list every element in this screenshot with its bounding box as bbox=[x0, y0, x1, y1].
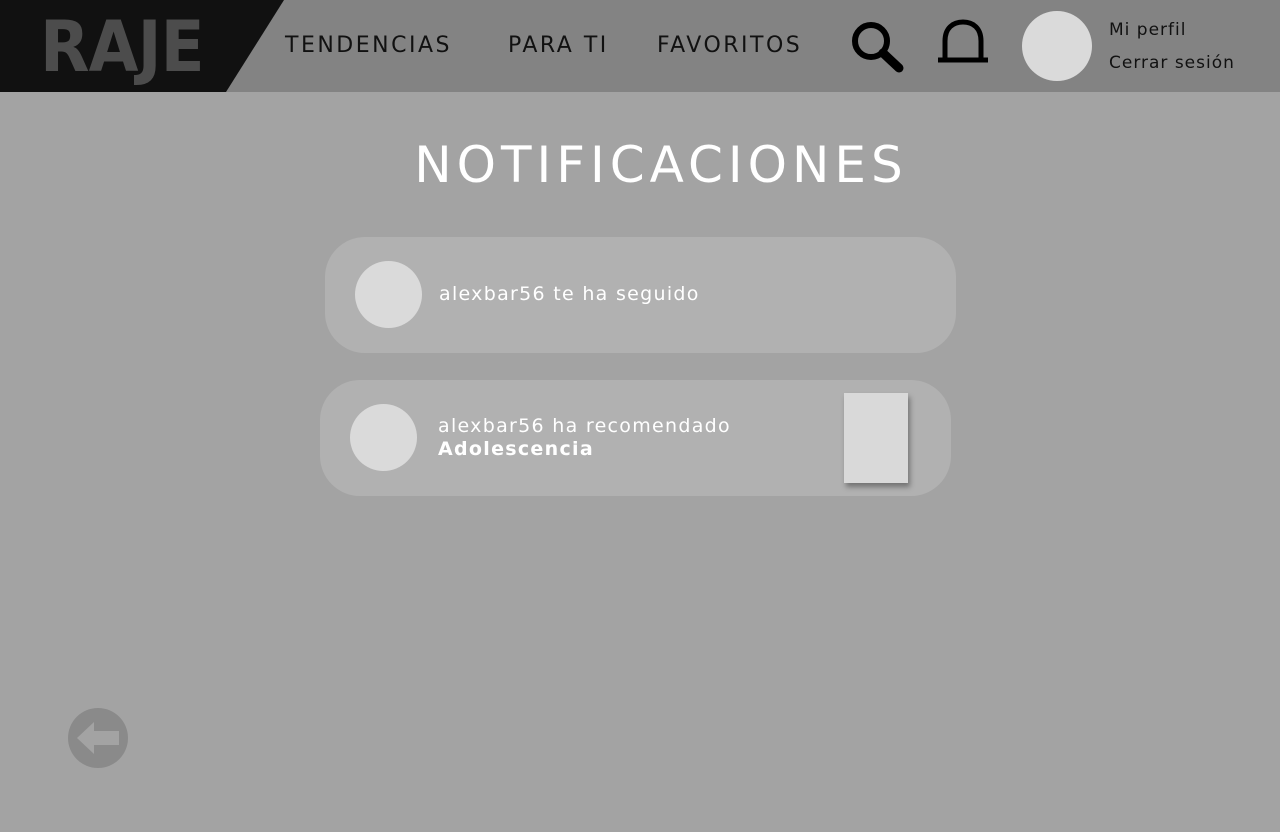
arrow-left-circle-icon bbox=[68, 708, 128, 768]
recommended-title[interactable]: Adolescencia bbox=[438, 437, 594, 461]
nav-favoritos[interactable]: FAVORITOS bbox=[657, 30, 802, 62]
back-button[interactable] bbox=[67, 707, 129, 769]
page-title: NOTIFICACIONES bbox=[414, 136, 908, 194]
bell-icon bbox=[938, 19, 988, 63]
notifications-button[interactable] bbox=[935, 19, 991, 65]
raje-logo[interactable]: RAJE bbox=[40, 8, 205, 86]
header-avatar[interactable] bbox=[1022, 11, 1092, 81]
my-profile-link[interactable]: Mi perfil bbox=[1109, 19, 1186, 41]
notification-card[interactable]: alexbar56 te ha seguido bbox=[325, 237, 956, 353]
top-navbar: RAJE TENDENCIAS PARA TI FAVORITOS Mi per… bbox=[0, 0, 1280, 92]
search-icon bbox=[852, 22, 904, 73]
search-button[interactable] bbox=[849, 19, 905, 75]
nav-tendencias[interactable]: TENDENCIAS bbox=[285, 30, 452, 62]
notifications-page: RAJE TENDENCIAS PARA TI FAVORITOS Mi per… bbox=[0, 0, 1280, 832]
notification-text: alexbar56 te ha seguido bbox=[439, 283, 700, 305]
notification-text: alexbar56 ha recomendado bbox=[438, 415, 731, 437]
logout-link[interactable]: Cerrar sesión bbox=[1109, 52, 1235, 74]
notification-avatar[interactable] bbox=[350, 404, 417, 471]
notification-card[interactable]: alexbar56 ha recomendado Adolescencia bbox=[320, 380, 951, 496]
book-cover-thumbnail[interactable] bbox=[844, 393, 908, 483]
notification-avatar[interactable] bbox=[355, 261, 422, 328]
nav-para-ti[interactable]: PARA TI bbox=[508, 30, 609, 62]
